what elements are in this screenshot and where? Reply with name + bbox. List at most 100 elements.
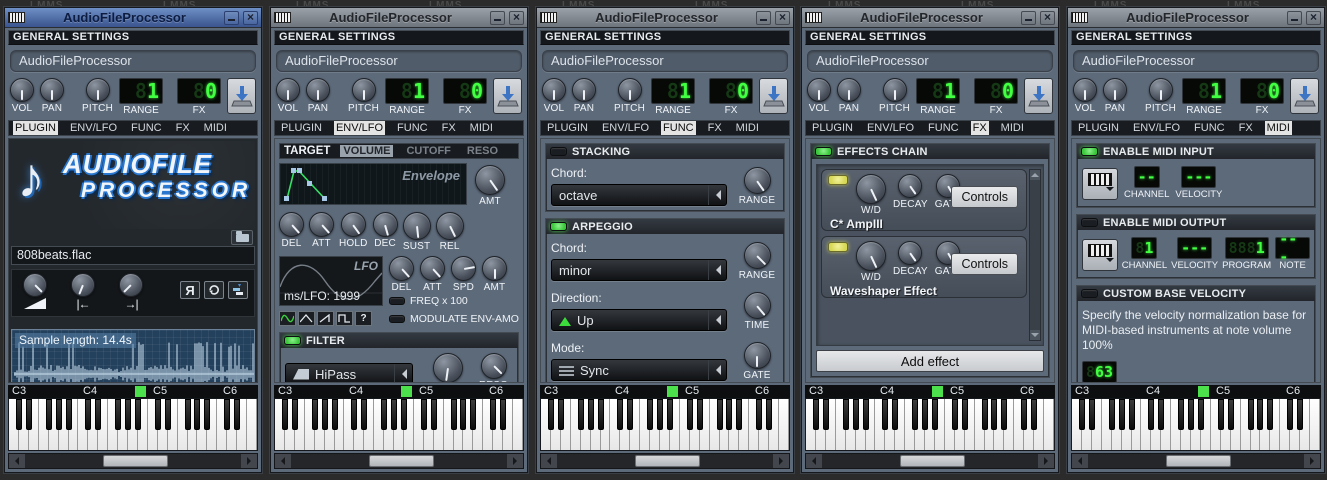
scroll-right-button[interactable]	[507, 454, 523, 468]
save-preset-button[interactable]	[1024, 78, 1053, 114]
piano-key-white[interactable]	[1310, 399, 1320, 450]
effect-enable-led[interactable]	[828, 175, 848, 185]
piano-key-black[interactable]	[932, 399, 938, 430]
midi-in-velocity-display[interactable]: ---	[1181, 166, 1216, 188]
tab-fx[interactable]: FX	[440, 121, 458, 135]
w-d-knob[interactable]	[856, 241, 886, 271]
piano-key-black[interactable]	[95, 399, 101, 430]
combo-arrow-icon[interactable]	[708, 360, 726, 380]
piano-key-black[interactable]	[1297, 399, 1303, 430]
instrument-name-field[interactable]: AudioFileProcessor	[276, 50, 522, 72]
pitch-range-display[interactable]: 1	[385, 78, 429, 104]
piano-key-black[interactable]	[717, 399, 723, 430]
piano-key-black[interactable]	[697, 399, 703, 430]
piano-key-black[interactable]	[26, 399, 32, 430]
decay-knob[interactable]	[898, 174, 922, 198]
end-point-knob[interactable]	[119, 273, 143, 297]
piano-key-black[interactable]	[657, 399, 663, 430]
piano-key-black[interactable]	[598, 399, 604, 430]
pitch-knob[interactable]	[1149, 78, 1173, 102]
freq-knob[interactable]	[433, 353, 463, 383]
piano-key-white[interactable]	[247, 399, 257, 450]
piano-key-black[interactable]	[421, 399, 427, 430]
pan-knob[interactable]	[572, 78, 596, 102]
piano-key-black[interactable]	[351, 399, 357, 430]
rel-knob[interactable]	[436, 212, 464, 240]
titlebar[interactable]: AudioFileProcessor ×	[537, 8, 793, 28]
close-button[interactable]: ×	[1040, 11, 1055, 25]
scroll-right-button[interactable]	[1038, 454, 1054, 468]
keyboard-scrollbar[interactable]	[1071, 453, 1321, 469]
loop-button[interactable]	[204, 281, 224, 299]
att-knob[interactable]	[420, 256, 445, 281]
combo-arrow-icon[interactable]	[708, 185, 726, 205]
piano-keyboard[interactable]	[540, 398, 790, 451]
piano-keyboard[interactable]	[8, 398, 258, 451]
pan-knob[interactable]	[837, 78, 861, 102]
tab-envlfo[interactable]: ENV/LFO	[600, 121, 651, 135]
stutter-button[interactable]	[228, 281, 248, 299]
dec-knob[interactable]	[373, 212, 398, 237]
piano-key-black[interactable]	[1001, 399, 1007, 430]
sust-knob[interactable]	[403, 212, 431, 240]
piano-key-black[interactable]	[401, 399, 407, 430]
midi-input-device-button[interactable]	[1082, 168, 1118, 200]
minimize-button[interactable]	[224, 11, 239, 25]
piano-key-black[interactable]	[1079, 399, 1085, 430]
scroll-down-button[interactable]	[1030, 330, 1040, 340]
pan-knob[interactable]	[1103, 78, 1127, 102]
piano-key-black[interactable]	[1178, 399, 1184, 430]
effect-controls-button[interactable]: Controls	[951, 253, 1018, 275]
piano-key-white[interactable]	[513, 399, 523, 450]
midi-out-channel-display[interactable]: 1	[1131, 237, 1157, 259]
piano-key-black[interactable]	[843, 399, 849, 430]
scrollbar-track[interactable]	[822, 454, 1038, 468]
scroll-left-button[interactable]	[541, 454, 557, 468]
square-wave-button[interactable]	[336, 311, 353, 326]
piano-key-black[interactable]	[46, 399, 52, 430]
piano-keyboard[interactable]	[805, 398, 1055, 451]
envelope-graph[interactable]: Envelope	[279, 163, 467, 205]
scrollbar-thumb[interactable]	[1166, 455, 1231, 467]
tab-plugin[interactable]: PLUGIN	[279, 121, 324, 135]
keyboard-scrollbar[interactable]	[540, 453, 790, 469]
saw-wave-button[interactable]	[317, 311, 334, 326]
piano-key-black[interactable]	[1109, 399, 1115, 430]
pitch-knob[interactable]	[883, 78, 907, 102]
piano-key-black[interactable]	[1119, 399, 1125, 430]
piano-key-black[interactable]	[813, 399, 819, 430]
tab-func[interactable]: FUNC	[661, 121, 696, 135]
stacking-range-knob[interactable]	[744, 167, 771, 194]
arp-mode-combo[interactable]: Sync	[551, 359, 727, 381]
del-knob[interactable]	[279, 212, 304, 237]
effect-enable-led[interactable]	[828, 242, 848, 252]
filter-enable-led[interactable]	[284, 336, 301, 345]
tab-envlfo[interactable]: ENV/LFO	[865, 121, 916, 135]
piano-key-black[interactable]	[1257, 399, 1263, 430]
piano-key-black[interactable]	[1129, 399, 1135, 430]
piano-key-black[interactable]	[558, 399, 564, 430]
tab-plugin[interactable]: PLUGIN	[1076, 121, 1121, 135]
piano-key-black[interactable]	[726, 399, 732, 430]
pitch-knob[interactable]	[618, 78, 642, 102]
midi-out-note-display[interactable]: ---	[1275, 237, 1310, 259]
save-preset-button[interactable]	[227, 78, 256, 114]
piano-key-black[interactable]	[500, 399, 506, 430]
piano-key-black[interactable]	[234, 399, 240, 430]
arp-direction-combo[interactable]: Up	[551, 309, 727, 331]
piano-key-black[interactable]	[1021, 399, 1027, 430]
minimize-button[interactable]	[756, 11, 771, 25]
piano-key-black[interactable]	[1188, 399, 1194, 430]
pitch-knob[interactable]	[86, 78, 110, 102]
piano-key-black[interactable]	[135, 399, 141, 430]
arp-range-knob[interactable]	[744, 242, 771, 269]
waveform-display[interactable]: Sample length: 14.4s	[11, 329, 255, 383]
volume-knob[interactable]	[1073, 78, 1097, 102]
piano-key-black[interactable]	[292, 399, 298, 430]
volume-knob[interactable]	[10, 78, 34, 102]
tab-envlfo[interactable]: ENV/LFO	[68, 121, 119, 135]
piano-key-black[interactable]	[687, 399, 693, 430]
volume-knob[interactable]	[276, 78, 300, 102]
tab-midi[interactable]: MIDI	[734, 121, 761, 135]
piano-key-black[interactable]	[882, 399, 888, 430]
